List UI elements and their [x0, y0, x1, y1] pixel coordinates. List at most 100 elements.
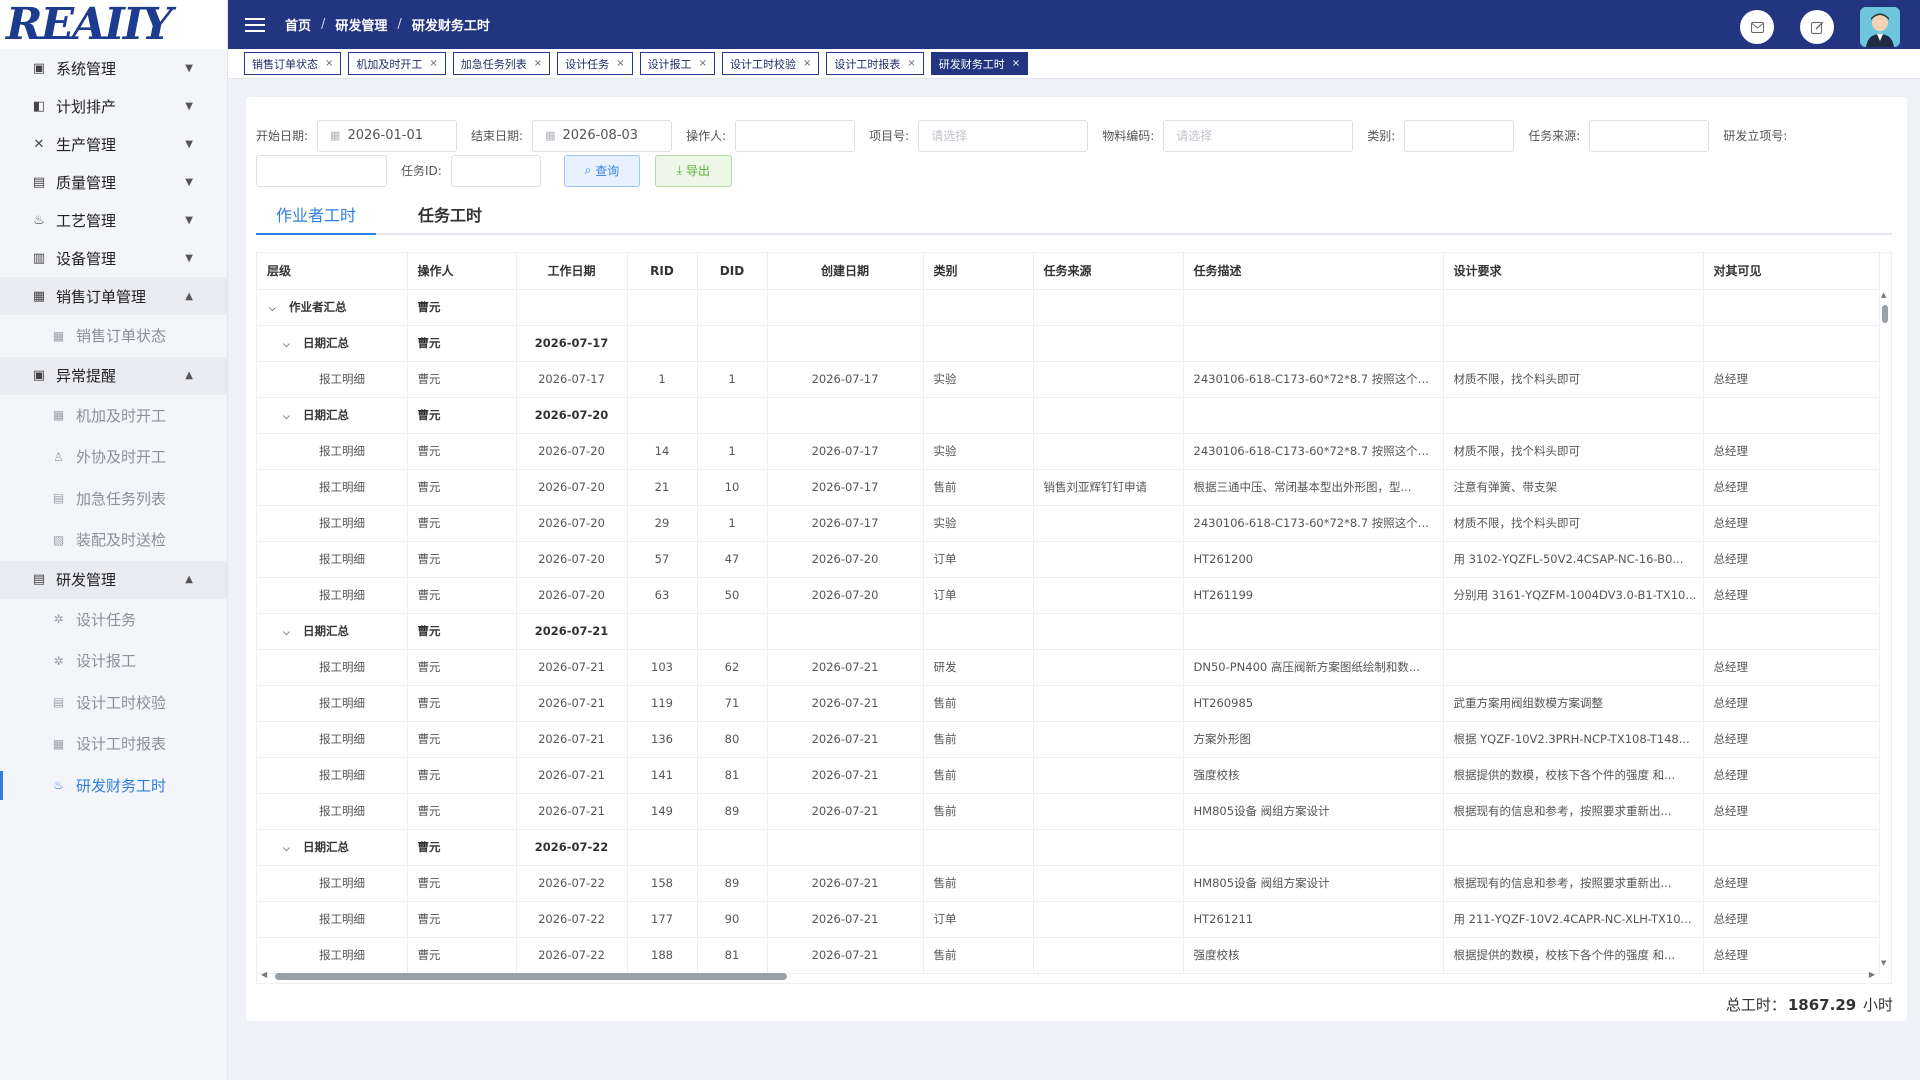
breadcrumb-rd[interactable]: 研发管理 — [335, 15, 387, 34]
expand-chevron-icon[interactable]: ⌵ — [283, 340, 297, 350]
table-row[interactable]: ⌵ 日期汇总 曹元 2026-07-17 — [257, 325, 1880, 362]
column-header[interactable]: 工作日期 — [516, 253, 628, 290]
table-row[interactable]: 报工明细 曹元 2026-07-22 177 90 2026-07-21 订单 HT26121… — [257, 901, 1880, 938]
table-row[interactable]: ⌵ 日期汇总 曹元 2026-07-20 — [257, 397, 1880, 434]
expand-chevron-icon[interactable]: ⌵ — [283, 628, 297, 638]
sidebar-item[interactable]: ▥ 设备管理 ▼ — [0, 239, 227, 277]
sidebar-subitem[interactable]: ▦ 机加及时开工 — [0, 395, 227, 437]
column-header[interactable]: 设计要求 — [1443, 253, 1704, 290]
column-header[interactable]: 任务来源 — [1033, 253, 1184, 290]
sidebar-item[interactable]: ▣ 系统管理 ▼ — [0, 49, 227, 87]
close-icon[interactable]: × — [616, 58, 624, 69]
close-icon[interactable]: × — [325, 58, 333, 69]
table-row[interactable]: 报工明细 曹元 2026-07-21 149 89 2026-07-21 售前 HM805设备… — [257, 793, 1880, 830]
horizontal-scrollbar[interactable]: ◀ ▶ — [257, 969, 1879, 983]
table-row[interactable]: 报工明细 曹元 2026-07-21 103 62 2026-07-21 研发 DN50-PN… — [257, 649, 1880, 686]
close-icon[interactable]: × — [803, 58, 811, 69]
tag-7[interactable]: 研发财务工时 × — [930, 52, 1029, 75]
table-row[interactable]: 报工明细 曹元 2026-07-21 136 80 2026-07-21 售前 方案外形图 根据… — [257, 721, 1880, 758]
sidebar-subitem[interactable]: ▦ 设计工时报表 — [0, 723, 227, 765]
close-icon[interactable]: × — [429, 58, 437, 69]
sidebar-item[interactable]: ▦ 销售订单管理 ▲ — [0, 277, 227, 315]
column-header[interactable]: 对其可见 — [1703, 253, 1880, 290]
sidebar-item[interactable]: ▤ 研发管理 ▲ — [0, 560, 227, 599]
table-row[interactable]: 报工明细 曹元 2026-07-20 21 10 2026-07-17 售前 销售刘亚辉钉钉申… — [257, 469, 1880, 506]
scroll-right-icon[interactable]: ▶ — [1869, 970, 1875, 979]
sidebar-item[interactable]: ▤ 质量管理 ▼ — [0, 163, 227, 201]
scroll-up-icon[interactable]: ▲ — [1881, 291, 1886, 299]
table-cell — [1443, 397, 1704, 434]
sidebar-subitem[interactable]: ♙ 外协及时开工 — [0, 436, 227, 478]
close-icon[interactable]: × — [1012, 58, 1020, 69]
breadcrumb-home[interactable]: 首页 — [285, 15, 311, 34]
column-header[interactable]: DID — [697, 253, 768, 290]
project-select[interactable]: 请选择 — [918, 119, 1089, 152]
table-row[interactable]: 报工明细 曹元 2026-07-22 188 81 2026-07-21 售前 强度校核 根据提… — [257, 937, 1880, 974]
scroll-left-icon[interactable]: ◀ — [261, 970, 267, 979]
rd-project-input[interactable] — [256, 154, 387, 187]
category-input[interactable] — [1404, 119, 1515, 152]
source-input[interactable] — [1589, 119, 1710, 152]
expand-chevron-icon[interactable]: ⌵ — [283, 844, 297, 854]
table-row[interactable]: ⌵ 作业者汇总 曹元 — [257, 289, 1880, 326]
tag-2[interactable]: 加急任务列表 × — [452, 52, 551, 75]
tag-5[interactable]: 设计工时校验 × — [721, 52, 820, 75]
table-cell: 售前 — [923, 757, 1034, 794]
column-header[interactable]: 类别 — [923, 253, 1034, 290]
hamburger-menu-icon[interactable] — [245, 17, 265, 32]
scroll-down-icon[interactable]: ▼ — [1881, 959, 1886, 967]
column-header[interactable]: 创建日期 — [767, 253, 924, 290]
tag-3[interactable]: 设计任务 × — [557, 52, 633, 75]
close-icon[interactable]: × — [907, 58, 915, 69]
table-row[interactable]: 报工明细 曹元 2026-07-20 29 1 2026-07-17 实验 2430106-6… — [257, 505, 1880, 542]
sidebar-subitem[interactable]: ▤ 加急任务列表 — [0, 478, 227, 520]
table-row[interactable]: 报工明细 曹元 2026-07-17 1 1 2026-07-17 实验 2430106-61… — [257, 361, 1880, 398]
end-date-input[interactable]: ▦ 2026-08-03 — [532, 119, 673, 152]
task-id-input[interactable] — [450, 154, 541, 187]
avatar[interactable] — [1860, 7, 1900, 47]
sidebar-subitem[interactable]: ▧ 装配及时送检 — [0, 519, 227, 561]
query-button[interactable]: ⌕ 查询 — [563, 154, 640, 187]
sidebar-subitem[interactable]: ✲ 设计任务 — [0, 599, 227, 641]
export-button[interactable]: ⤓ 导出 — [654, 154, 732, 187]
tag-4[interactable]: 设计报工 × — [639, 52, 715, 75]
table-row[interactable]: 报工明细 曹元 2026-07-21 141 81 2026-07-21 售前 强度校核 根据提… — [257, 757, 1880, 794]
sidebar-item[interactable]: ◧ 计划排产 ▼ — [0, 87, 227, 125]
operator-input[interactable] — [735, 119, 856, 152]
vertical-scrollbar[interactable]: ▲ ▼ — [1881, 291, 1889, 967]
start-date-input[interactable]: ▦ 2026-01-01 — [317, 119, 458, 152]
table-row[interactable]: 报工明细 曹元 2026-07-20 14 1 2026-07-17 实验 2430106-6… — [257, 433, 1880, 470]
column-header[interactable]: 层级 — [257, 253, 408, 290]
tag-0[interactable]: 销售订单状态 × — [244, 52, 342, 75]
tag-6[interactable]: 设计工时报表 × — [826, 52, 924, 75]
sidebar-item[interactable]: ▣ 异常提醒 ▲ — [0, 356, 227, 395]
expand-chevron-icon[interactable]: ⌵ — [269, 304, 283, 314]
tag-1[interactable]: 机加及时开工 × — [348, 52, 446, 75]
table-row[interactable]: 报工明细 曹元 2026-07-20 63 50 2026-07-20 订单 HT261199… — [257, 577, 1880, 614]
sidebar-subitem[interactable]: ▤ 设计工时校验 — [0, 682, 227, 724]
edit-icon[interactable] — [1800, 10, 1834, 44]
table-row[interactable]: ⌵ 日期汇总 曹元 2026-07-21 — [257, 613, 1880, 650]
tab-task-hours[interactable]: 任务工时 — [404, 201, 496, 233]
sidebar-subitem[interactable]: ✲ 设计报工 — [0, 640, 227, 682]
mail-icon[interactable] — [1740, 10, 1774, 44]
expand-chevron-icon[interactable]: ⌵ — [283, 412, 297, 422]
column-header[interactable]: RID — [627, 253, 698, 290]
sidebar-item[interactable]: ✕ 生产管理 ▼ — [0, 125, 227, 163]
sidebar-item[interactable]: ♨ 工艺管理 ▼ — [0, 201, 227, 239]
tab-operator-hours[interactable]: 作业者工时 — [256, 201, 376, 235]
close-icon[interactable]: × — [534, 58, 542, 69]
sidebar-subitem[interactable]: ♨ 研发财务工时 — [0, 765, 227, 807]
close-icon[interactable]: × — [699, 58, 707, 69]
caret-up-icon: ▲ — [185, 574, 193, 585]
table-cell — [767, 829, 924, 866]
sidebar-subitem[interactable]: ▦ 销售订单状态 — [0, 315, 227, 357]
column-header[interactable]: 任务描述 — [1183, 253, 1444, 290]
material-select[interactable]: 请选择 — [1163, 119, 1354, 152]
table-row[interactable]: 报工明细 曹元 2026-07-21 119 71 2026-07-21 售前 HT26098… — [257, 685, 1880, 722]
column-header[interactable]: 操作人 — [407, 253, 517, 290]
table-row[interactable]: ⌵ 日期汇总 曹元 2026-07-22 — [257, 829, 1880, 866]
top-bar: 首页 / 研发管理 / 研发财务工时 — [228, 0, 1920, 49]
table-row[interactable]: 报工明细 曹元 2026-07-20 57 47 2026-07-20 订单 HT261200… — [257, 541, 1880, 578]
table-row[interactable]: 报工明细 曹元 2026-07-22 158 89 2026-07-21 售前 HM805设备… — [257, 865, 1880, 902]
